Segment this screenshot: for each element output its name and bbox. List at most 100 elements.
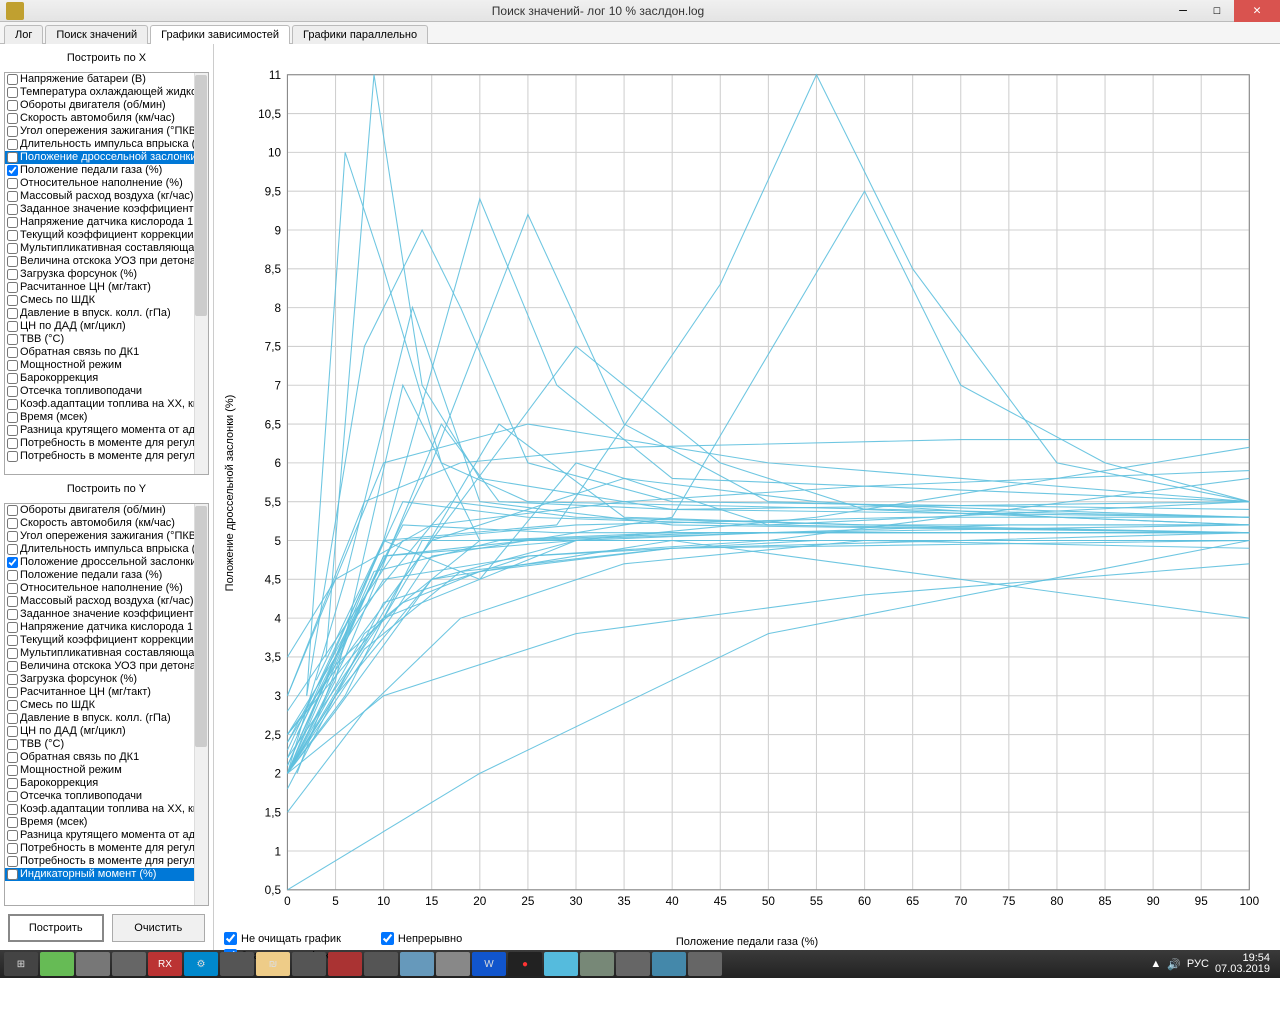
- tray-sound-icon[interactable]: 🔊: [1167, 958, 1181, 971]
- build-button[interactable]: Построить: [8, 914, 104, 942]
- taskbar-app-icon[interactable]: [544, 952, 578, 976]
- list-item[interactable]: Разница крутящего момента от адап: [5, 424, 208, 437]
- list-item-checkbox[interactable]: [7, 399, 18, 410]
- list-item[interactable]: Положение дроссельной заслонки: [5, 556, 208, 569]
- list-item[interactable]: Относительное наполнение (%): [5, 582, 208, 595]
- list-item-checkbox[interactable]: [7, 804, 18, 815]
- list-item[interactable]: ТВВ (°С): [5, 738, 208, 751]
- list-item[interactable]: Время (мсек): [5, 411, 208, 424]
- minimize-button[interactable]: —: [1166, 0, 1200, 22]
- list-item[interactable]: ЦН по ДАД (мг/цикл): [5, 320, 208, 333]
- list-item-checkbox[interactable]: [7, 126, 18, 137]
- list-item[interactable]: Смесь по ШДК: [5, 699, 208, 712]
- list-item-checkbox[interactable]: [7, 243, 18, 254]
- list-item[interactable]: Заданное значение коэффициента: [5, 203, 208, 216]
- list-item[interactable]: Коэф.адаптации топлива на ХХ, кг: [5, 398, 208, 411]
- list-item[interactable]: Относительное наполнение (%): [5, 177, 208, 190]
- taskbar-app-icon[interactable]: W: [472, 952, 506, 976]
- list-item[interactable]: Мультипликативная составляющая: [5, 242, 208, 255]
- list-item[interactable]: Загрузка форсунок (%): [5, 268, 208, 281]
- list-item-checkbox[interactable]: [7, 726, 18, 737]
- list-item[interactable]: Длительность импульса впрыска (м: [5, 543, 208, 556]
- list-item[interactable]: Мощностной режим: [5, 359, 208, 372]
- tab-2[interactable]: Графики зависимостей: [150, 25, 290, 44]
- list-item-checkbox[interactable]: [7, 739, 18, 750]
- list-item[interactable]: Величина отскока УОЗ при детона: [5, 255, 208, 268]
- list-item-checkbox[interactable]: [7, 152, 18, 163]
- list-item[interactable]: Напряжение батареи (В): [5, 73, 208, 86]
- taskbar-app-icon[interactable]: ₪: [256, 952, 290, 976]
- list-item-checkbox[interactable]: [7, 334, 18, 345]
- list-item-checkbox[interactable]: [7, 752, 18, 763]
- scrollbar-y[interactable]: [194, 504, 208, 905]
- tab-1[interactable]: Поиск значений: [45, 25, 148, 44]
- list-item[interactable]: Угол опережения зажигания (°ПКВ: [5, 125, 208, 138]
- list-item-checkbox[interactable]: [7, 204, 18, 215]
- clear-button[interactable]: Очистить: [112, 914, 206, 942]
- list-item[interactable]: Расчитанное ЦН (мг/такт): [5, 281, 208, 294]
- list-item[interactable]: Давление в впуск. колл. (гПа): [5, 307, 208, 320]
- list-item[interactable]: Индикаторный момент (%): [5, 868, 208, 881]
- list-item-checkbox[interactable]: [7, 713, 18, 724]
- taskbar-app-icon[interactable]: RX: [148, 952, 182, 976]
- tab-0[interactable]: Лог: [4, 25, 43, 44]
- list-item-checkbox[interactable]: [7, 622, 18, 633]
- taskbar-app-icon[interactable]: ⚙: [184, 952, 218, 976]
- list-item-checkbox[interactable]: [7, 856, 18, 867]
- list-item-checkbox[interactable]: [7, 518, 18, 529]
- list-item-checkbox[interactable]: [7, 113, 18, 124]
- list-item[interactable]: Обороты двигателя (об/мин): [5, 504, 208, 517]
- list-item-checkbox[interactable]: [7, 295, 18, 306]
- list-item[interactable]: Заданное значение коэффициента: [5, 608, 208, 621]
- list-item-checkbox[interactable]: [7, 74, 18, 85]
- list-item-checkbox[interactable]: [7, 687, 18, 698]
- list-item-checkbox[interactable]: [7, 269, 18, 280]
- list-item[interactable]: Отсечка топливоподачи: [5, 790, 208, 803]
- list-item-checkbox[interactable]: [7, 700, 18, 711]
- taskbar-app-icon[interactable]: [292, 952, 326, 976]
- taskbar-app-icon[interactable]: [220, 952, 254, 976]
- scrollbar-x[interactable]: [194, 73, 208, 474]
- list-item[interactable]: Загрузка форсунок (%): [5, 673, 208, 686]
- list-item-checkbox[interactable]: [7, 230, 18, 241]
- taskbar-app-icon[interactable]: [328, 952, 362, 976]
- taskbar-app-icon[interactable]: [688, 952, 722, 976]
- taskbar-app-icon[interactable]: [436, 952, 470, 976]
- list-item[interactable]: Отсечка топливоподачи: [5, 385, 208, 398]
- list-item[interactable]: Угол опережения зажигания (°ПКВ: [5, 530, 208, 543]
- taskbar-app-icon[interactable]: [364, 952, 398, 976]
- list-item-checkbox[interactable]: [7, 256, 18, 267]
- taskbar-app-icon[interactable]: [580, 952, 614, 976]
- list-item-checkbox[interactable]: [7, 217, 18, 228]
- list-item[interactable]: Положение дроссельной заслонки: [5, 151, 208, 164]
- list-item-checkbox[interactable]: [7, 843, 18, 854]
- list-item-checkbox[interactable]: [7, 178, 18, 189]
- list-item-checkbox[interactable]: [7, 557, 18, 568]
- list-item-checkbox[interactable]: [7, 674, 18, 685]
- list-item-checkbox[interactable]: [7, 347, 18, 358]
- list-item[interactable]: Положение педали газа (%): [5, 569, 208, 582]
- list-item[interactable]: Длительность импульса впрыска (м: [5, 138, 208, 151]
- list-item[interactable]: Величина отскока УОЗ при детона: [5, 660, 208, 673]
- chart-area[interactable]: Положение дроссельной заслонки (%) 05101…: [234, 64, 1260, 922]
- list-item[interactable]: Коэф.адаптации топлива на ХХ, кг: [5, 803, 208, 816]
- list-item-checkbox[interactable]: [7, 791, 18, 802]
- list-item[interactable]: Напряжение датчика кислорода 1: [5, 216, 208, 229]
- list-item-checkbox[interactable]: [7, 570, 18, 581]
- list-item-checkbox[interactable]: [7, 321, 18, 332]
- list-item-checkbox[interactable]: [7, 412, 18, 423]
- maximize-button[interactable]: ☐: [1200, 0, 1234, 22]
- list-item[interactable]: Потребность в моменте для регулир: [5, 855, 208, 868]
- list-item-checkbox[interactable]: [7, 139, 18, 150]
- list-item[interactable]: Барокоррекция: [5, 372, 208, 385]
- list-item-checkbox[interactable]: [7, 451, 18, 462]
- continuous-checkbox[interactable]: Непрерывно: [381, 932, 462, 945]
- list-item[interactable]: Обороты двигателя (об/мин): [5, 99, 208, 112]
- list-item-checkbox[interactable]: [7, 596, 18, 607]
- list-item-checkbox[interactable]: [7, 778, 18, 789]
- list-item-checkbox[interactable]: [7, 100, 18, 111]
- list-item[interactable]: Мультипликативная составляющая: [5, 647, 208, 660]
- list-item[interactable]: Скорость автомобиля (км/час): [5, 517, 208, 530]
- list-item-checkbox[interactable]: [7, 817, 18, 828]
- system-tray[interactable]: ▲ 🔊 РУС 19:54 07.03.2019: [1150, 953, 1276, 975]
